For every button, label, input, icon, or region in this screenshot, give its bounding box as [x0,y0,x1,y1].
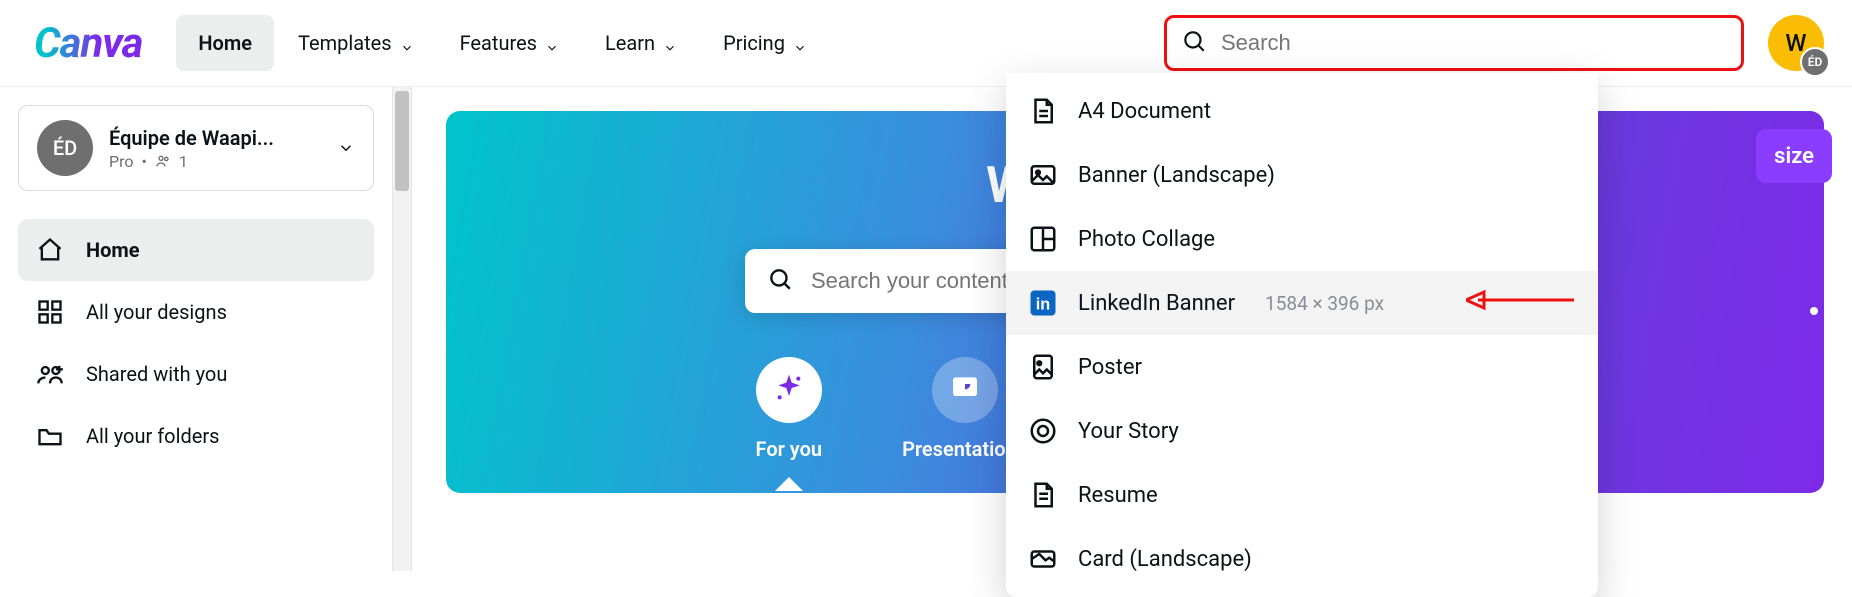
suggestion-label: Card (Landscape) [1078,547,1252,572]
sidebar-item-label: All your folders [86,424,219,448]
image-icon [1028,352,1058,382]
canva-logo[interactable]: Canva [34,19,142,68]
sidebar-item-shared[interactable]: Shared with you [18,343,374,405]
suggestion-photo-collage[interactable]: Photo Collage [1006,207,1598,271]
suggestion-label: Banner (Landscape) [1078,163,1275,188]
team-avatar: ÉD [37,120,93,176]
nav-home[interactable]: Home [176,15,274,71]
team-plan: Pro [109,152,133,171]
nav-learn[interactable]: Learn [583,15,699,71]
nav-templates[interactable]: Templates [276,15,436,71]
search-icon [1181,28,1207,58]
team-badge: ÉD [1800,47,1830,77]
team-name: Équipe de Waapi... [109,126,321,150]
search-icon [767,266,793,296]
document-icon [1028,480,1058,510]
suggestion-resume[interactable]: Resume [1006,463,1598,527]
suggestion-poster[interactable]: Poster [1006,335,1598,399]
card-icon [1028,544,1058,574]
suggestion-label: Resume [1078,483,1158,508]
suggestion-linkedin-banner[interactable]: in LinkedIn Banner 1584 × 396 px [1006,271,1598,335]
team-members: 1 [179,152,188,171]
suggestion-a4-document[interactable]: A4 Document [1006,79,1598,143]
scrollbar-thumb[interactable] [395,91,409,191]
collage-icon [1028,224,1058,254]
chevron-down-icon [663,36,677,50]
more-indicator [1810,307,1818,315]
suggestion-label: Your Story [1078,419,1179,444]
home-icon [36,236,64,264]
account-avatar[interactable]: W ÉD [1768,15,1824,71]
team-subline: Pro • 1 [109,152,321,171]
category-label: For you [756,437,823,461]
nav-pricing[interactable]: Pricing [701,15,829,71]
sparkle-icon [773,372,805,409]
truncated-label: re [1804,527,1822,551]
team-sep: • [141,152,146,171]
suggestion-card[interactable]: Card (Landscape) [1006,527,1598,591]
chevron-down-icon [793,36,807,50]
suggestion-banner[interactable]: Banner (Landscape) [1006,143,1598,207]
suggestion-label: A4 Document [1078,99,1211,124]
sidebar: ÉD Équipe de Waapi... Pro • 1 Home [0,87,392,571]
nav-learn-label: Learn [605,31,655,55]
header-search[interactable] [1164,15,1744,71]
nav-features-label: Features [460,31,537,55]
team-switcher[interactable]: ÉD Équipe de Waapi... Pro • 1 [18,105,374,191]
nav-features[interactable]: Features [438,15,581,71]
sidebar-scrollbar[interactable] [392,87,412,571]
presentation-icon [949,372,981,409]
nav-templates-label: Templates [298,31,392,55]
grid-icon [36,298,64,326]
chevron-down-icon [545,36,559,50]
linkedin-icon: in [1028,288,1058,318]
search-suggestions-dropdown: A4 Document Banner (Landscape) Photo Col… [1006,73,1598,597]
folder-icon [36,422,64,450]
sidebar-item-folders[interactable]: All your folders [18,405,374,467]
annotation-arrow-icon [1466,286,1576,320]
suggestion-your-story[interactable]: Your Story [1006,399,1598,463]
suggestion-dimensions: 1584 × 396 px [1265,292,1384,315]
header-search-input[interactable] [1221,30,1727,56]
top-nav: Home Templates Features Learn Pricing [176,15,829,71]
document-icon [1028,96,1058,126]
chevron-down-icon [400,36,414,50]
sidebar-item-label: All your designs [86,300,227,324]
chevron-down-icon [337,139,355,157]
sidebar-item-home[interactable]: Home [18,219,374,281]
nav-home-label: Home [198,31,252,55]
category-for-you[interactable]: For you [756,357,823,461]
sidebar-item-label: Home [86,238,140,262]
image-icon [1028,160,1058,190]
custom-size-button[interactable]: size [1756,129,1832,183]
story-icon [1028,416,1058,446]
suggestion-label: Photo Collage [1078,227,1215,252]
shared-icon [36,360,64,388]
svg-text:in: in [1036,295,1050,313]
sidebar-item-label: Shared with you [86,362,227,386]
nav-pricing-label: Pricing [723,31,785,55]
people-icon [155,153,171,169]
sidebar-item-all-designs[interactable]: All your designs [18,281,374,343]
suggestion-label: Poster [1078,355,1142,380]
suggestion-label: LinkedIn Banner [1078,291,1235,316]
